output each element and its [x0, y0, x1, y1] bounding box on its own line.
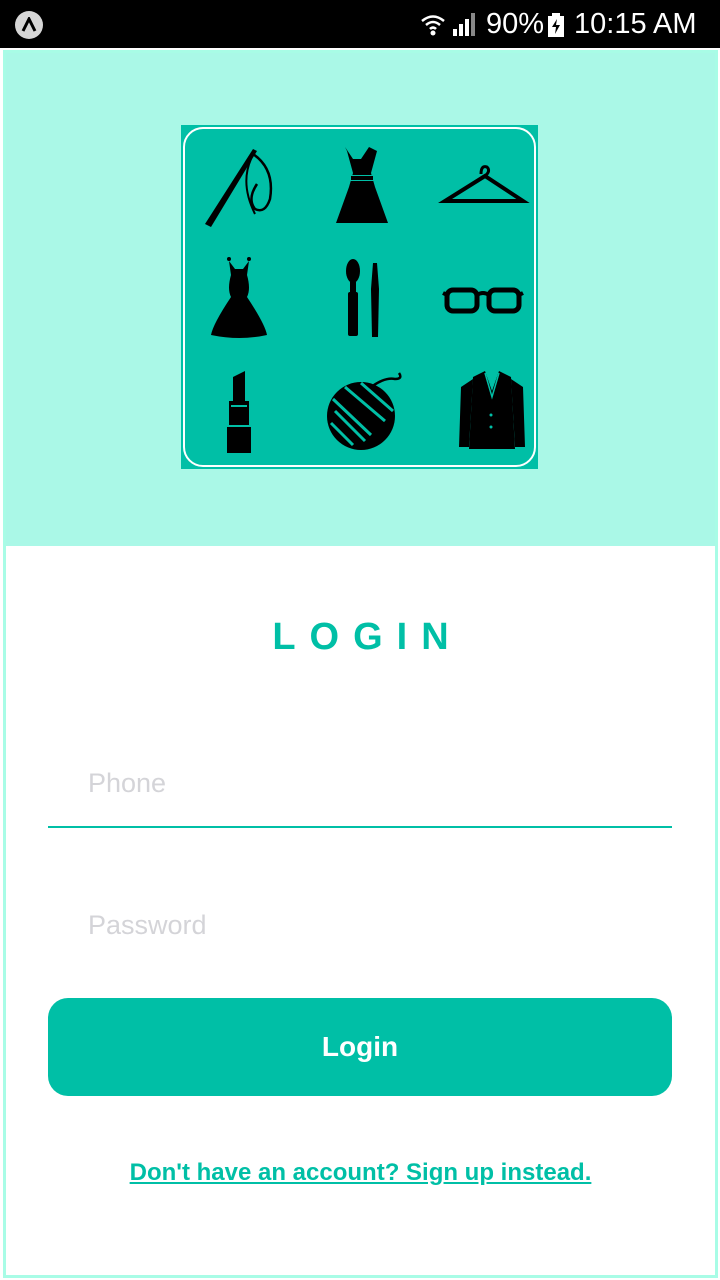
clock: 10:15 AM	[574, 8, 697, 40]
wifi-icon	[421, 15, 445, 36]
dress-icon	[336, 147, 388, 223]
battery-icon	[548, 13, 564, 37]
phone-input[interactable]	[48, 738, 672, 828]
password-input[interactable]	[48, 880, 672, 970]
hero-banner	[6, 53, 715, 546]
blazer-icon	[459, 371, 525, 449]
needle-thread-icon	[205, 149, 273, 227]
lipstick-icon	[227, 371, 251, 453]
app-frame: LOGIN Login Don't have an account? Sign …	[3, 50, 718, 1278]
yarn-ball-icon	[327, 372, 402, 450]
battery-percentage: 90%	[486, 8, 545, 40]
signal-icon	[453, 13, 475, 36]
signup-link[interactable]: Don't have an account? Sign up instead.	[6, 1159, 715, 1187]
login-button[interactable]: Login	[48, 998, 672, 1096]
app-logo	[181, 125, 538, 469]
hanger-icon	[438, 165, 530, 203]
makeup-brush-icon	[346, 259, 379, 337]
password-field[interactable]	[48, 880, 672, 970]
phone-field[interactable]	[48, 738, 672, 828]
app-icon	[15, 11, 43, 39]
login-title: LOGIN	[272, 616, 463, 658]
gown-icon	[211, 257, 267, 338]
logo-card	[183, 127, 536, 467]
status-bar: 90% 10:15 AM	[0, 0, 720, 48]
glasses-icon	[442, 287, 524, 314]
